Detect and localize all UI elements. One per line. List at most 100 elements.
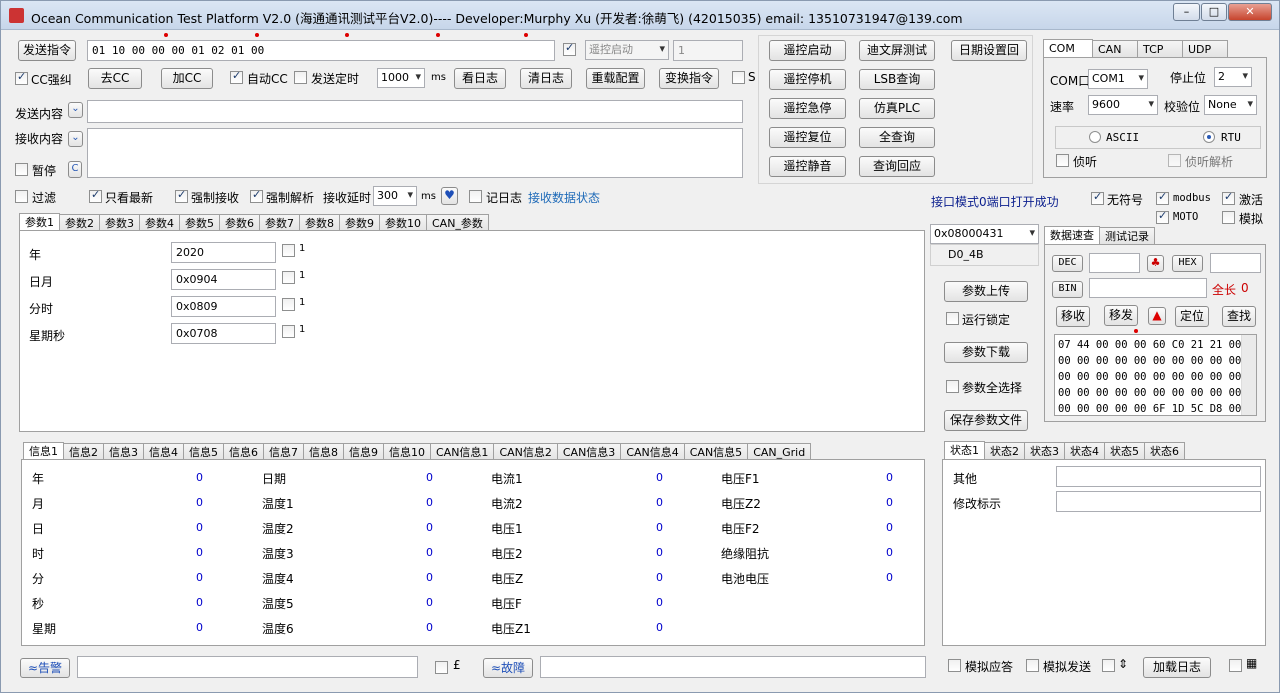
heart-icon[interactable]: ♥ — [441, 187, 458, 205]
tab-state6[interactable]: 状态6 — [1144, 442, 1185, 460]
modbus-checkbox[interactable] — [1156, 190, 1169, 205]
clear-log-button[interactable]: 清日志 — [520, 68, 572, 89]
interval-combo[interactable]: 1000 — [377, 68, 425, 88]
latest-only-checkbox[interactable] — [89, 188, 102, 203]
param-value-input[interactable]: 0x0708 — [171, 323, 276, 344]
parity-combo[interactable]: None — [1204, 95, 1257, 115]
tab-can[interactable]: CAN — [1092, 40, 1138, 58]
count-spinner[interactable]: 1 — [673, 40, 743, 61]
tab-state1[interactable]: 状态1 — [944, 441, 985, 461]
command-input[interactable]: 01 10 00 00 00 01 02 01 00 — [87, 40, 555, 61]
param-download-button[interactable]: 参数下载 — [944, 342, 1028, 363]
lsb-query-button[interactable]: LSB查询 — [859, 69, 935, 90]
dwin-screen-test-button[interactable]: 迪文屏测试 — [859, 40, 935, 61]
dec-button[interactable]: DEC — [1052, 255, 1083, 272]
address-combo[interactable]: 0x08000431 — [930, 224, 1039, 244]
remote-start-combo[interactable]: 遥控启动 — [585, 40, 669, 60]
force-receive-checkbox[interactable] — [175, 188, 188, 203]
arrows-checkbox[interactable] — [1102, 659, 1115, 672]
send-timed-checkbox[interactable] — [294, 71, 307, 84]
save-param-file-button[interactable]: 保存参数文件 — [944, 410, 1028, 431]
param-checkbox[interactable] — [282, 271, 295, 284]
param-checkbox[interactable] — [282, 298, 295, 311]
hex-input[interactable] — [1210, 253, 1261, 273]
other-input[interactable] — [1056, 466, 1261, 487]
sim-send-checkbox[interactable] — [1026, 659, 1039, 672]
s-checkbox[interactable] — [732, 71, 745, 84]
param-select-all-checkbox[interactable] — [946, 380, 959, 393]
tab-state2[interactable]: 状态2 — [984, 442, 1025, 460]
minimize-button[interactable]: – — [1173, 3, 1200, 21]
alarm-button[interactable]: ≈告警 — [20, 658, 70, 678]
bin-button[interactable]: BIN — [1052, 281, 1083, 298]
transform-command-button[interactable]: 变换指令 — [659, 68, 719, 89]
receive-content-box[interactable] — [87, 128, 743, 178]
simulate-plc-button[interactable]: 仿真PLC — [859, 98, 935, 119]
cc-force-checkbox[interactable] — [15, 70, 28, 85]
tab-data-quick[interactable]: 数据速查 — [1044, 226, 1100, 246]
chevron-down-icon[interactable]: ⌄ — [68, 102, 83, 118]
param-value-input[interactable]: 0x0809 — [171, 296, 276, 317]
remote-mute-button[interactable]: 遥控静音 — [769, 156, 846, 177]
simulate-checkbox[interactable] — [1222, 211, 1235, 224]
moto-checkbox[interactable] — [1156, 209, 1169, 224]
receive-state-link[interactable]: 接收数据状态 — [528, 189, 600, 206]
find-button[interactable]: 查找 — [1222, 306, 1256, 327]
remote-estop-button[interactable]: 遥控急停 — [769, 98, 846, 119]
stop-bit-combo[interactable]: 2 — [1214, 67, 1252, 87]
run-lock-checkbox[interactable] — [946, 312, 959, 325]
tab-tcp[interactable]: TCP — [1137, 40, 1183, 58]
modify-flag-input[interactable] — [1056, 491, 1261, 512]
tab-state5[interactable]: 状态5 — [1104, 442, 1145, 460]
add-cc-button[interactable]: 加CC — [161, 68, 213, 89]
receive-delay-combo[interactable]: 300 — [373, 186, 417, 206]
log-checkbox[interactable] — [469, 190, 482, 203]
com-port-combo[interactable]: COM1 — [1088, 69, 1148, 89]
param-checkbox[interactable] — [282, 244, 295, 257]
pause-checkbox[interactable] — [15, 163, 28, 176]
filter-checkbox[interactable] — [15, 190, 28, 203]
query-all-button[interactable]: 全查询 — [859, 127, 935, 148]
c-button[interactable]: C — [68, 161, 82, 178]
remove-cc-button[interactable]: 去CC — [88, 68, 142, 89]
param-checkbox[interactable] — [282, 325, 295, 338]
view-log-button[interactable]: 看日志 — [454, 68, 506, 89]
activate-checkbox[interactable] — [1222, 190, 1235, 205]
triangle-up-icon[interactable]: ▲ — [1148, 307, 1166, 325]
tab-state4[interactable]: 状态4 — [1064, 442, 1105, 460]
remote-reset-button[interactable]: 遥控复位 — [769, 127, 846, 148]
extra-checkbox[interactable] — [1229, 659, 1242, 672]
send-command-button[interactable]: 发送指令 — [18, 40, 76, 61]
remote-stop-button[interactable]: 遥控停机 — [769, 69, 846, 90]
dec-input[interactable] — [1089, 253, 1140, 273]
close-button[interactable]: ✕ — [1228, 3, 1272, 21]
tab-test-record[interactable]: 测试记录 — [1099, 227, 1155, 245]
reload-config-button[interactable]: 重载配置 — [586, 68, 645, 89]
fault-input[interactable] — [540, 656, 926, 678]
remote-start-checkbox[interactable] — [563, 41, 576, 56]
chevron-down-icon[interactable]: ⌄ — [68, 131, 83, 147]
param-value-input[interactable]: 0x0904 — [171, 269, 276, 290]
hex-button[interactable]: HEX — [1172, 255, 1203, 272]
load-log-button[interactable]: 加载日志 — [1143, 657, 1211, 678]
baud-combo[interactable]: 9600 — [1088, 95, 1158, 115]
move-receive-button[interactable]: 移收 — [1056, 306, 1090, 327]
param-upload-button[interactable]: 参数上传 — [944, 281, 1028, 302]
club-icon[interactable]: ♣ — [1147, 255, 1164, 272]
sim-reply-checkbox[interactable] — [948, 659, 961, 672]
ascii-radio[interactable] — [1089, 131, 1101, 143]
listen-parse-checkbox[interactable] — [1168, 154, 1181, 167]
query-reply-button[interactable]: 查询回应 — [859, 156, 935, 177]
tab-udp[interactable]: UDP — [1182, 40, 1228, 58]
move-send-button[interactable]: 移发 — [1104, 305, 1138, 326]
bin-input[interactable] — [1089, 278, 1207, 298]
remote-start-button[interactable]: 遥控启动 — [769, 40, 846, 61]
rtu-radio[interactable] — [1203, 131, 1215, 143]
locate-button[interactable]: 定位 — [1175, 306, 1209, 327]
hex-scrollbar[interactable] — [1241, 335, 1256, 415]
force-parse-checkbox[interactable] — [250, 188, 263, 203]
hex-dump-box[interactable]: 07 44 00 00 00 60 C0 21 21 00 00 00 00 0… — [1054, 334, 1257, 416]
date-set-reply-button[interactable]: 日期设置回 — [951, 40, 1027, 61]
listen-checkbox[interactable] — [1056, 154, 1069, 167]
param-value-input[interactable]: 2020 — [171, 242, 276, 263]
